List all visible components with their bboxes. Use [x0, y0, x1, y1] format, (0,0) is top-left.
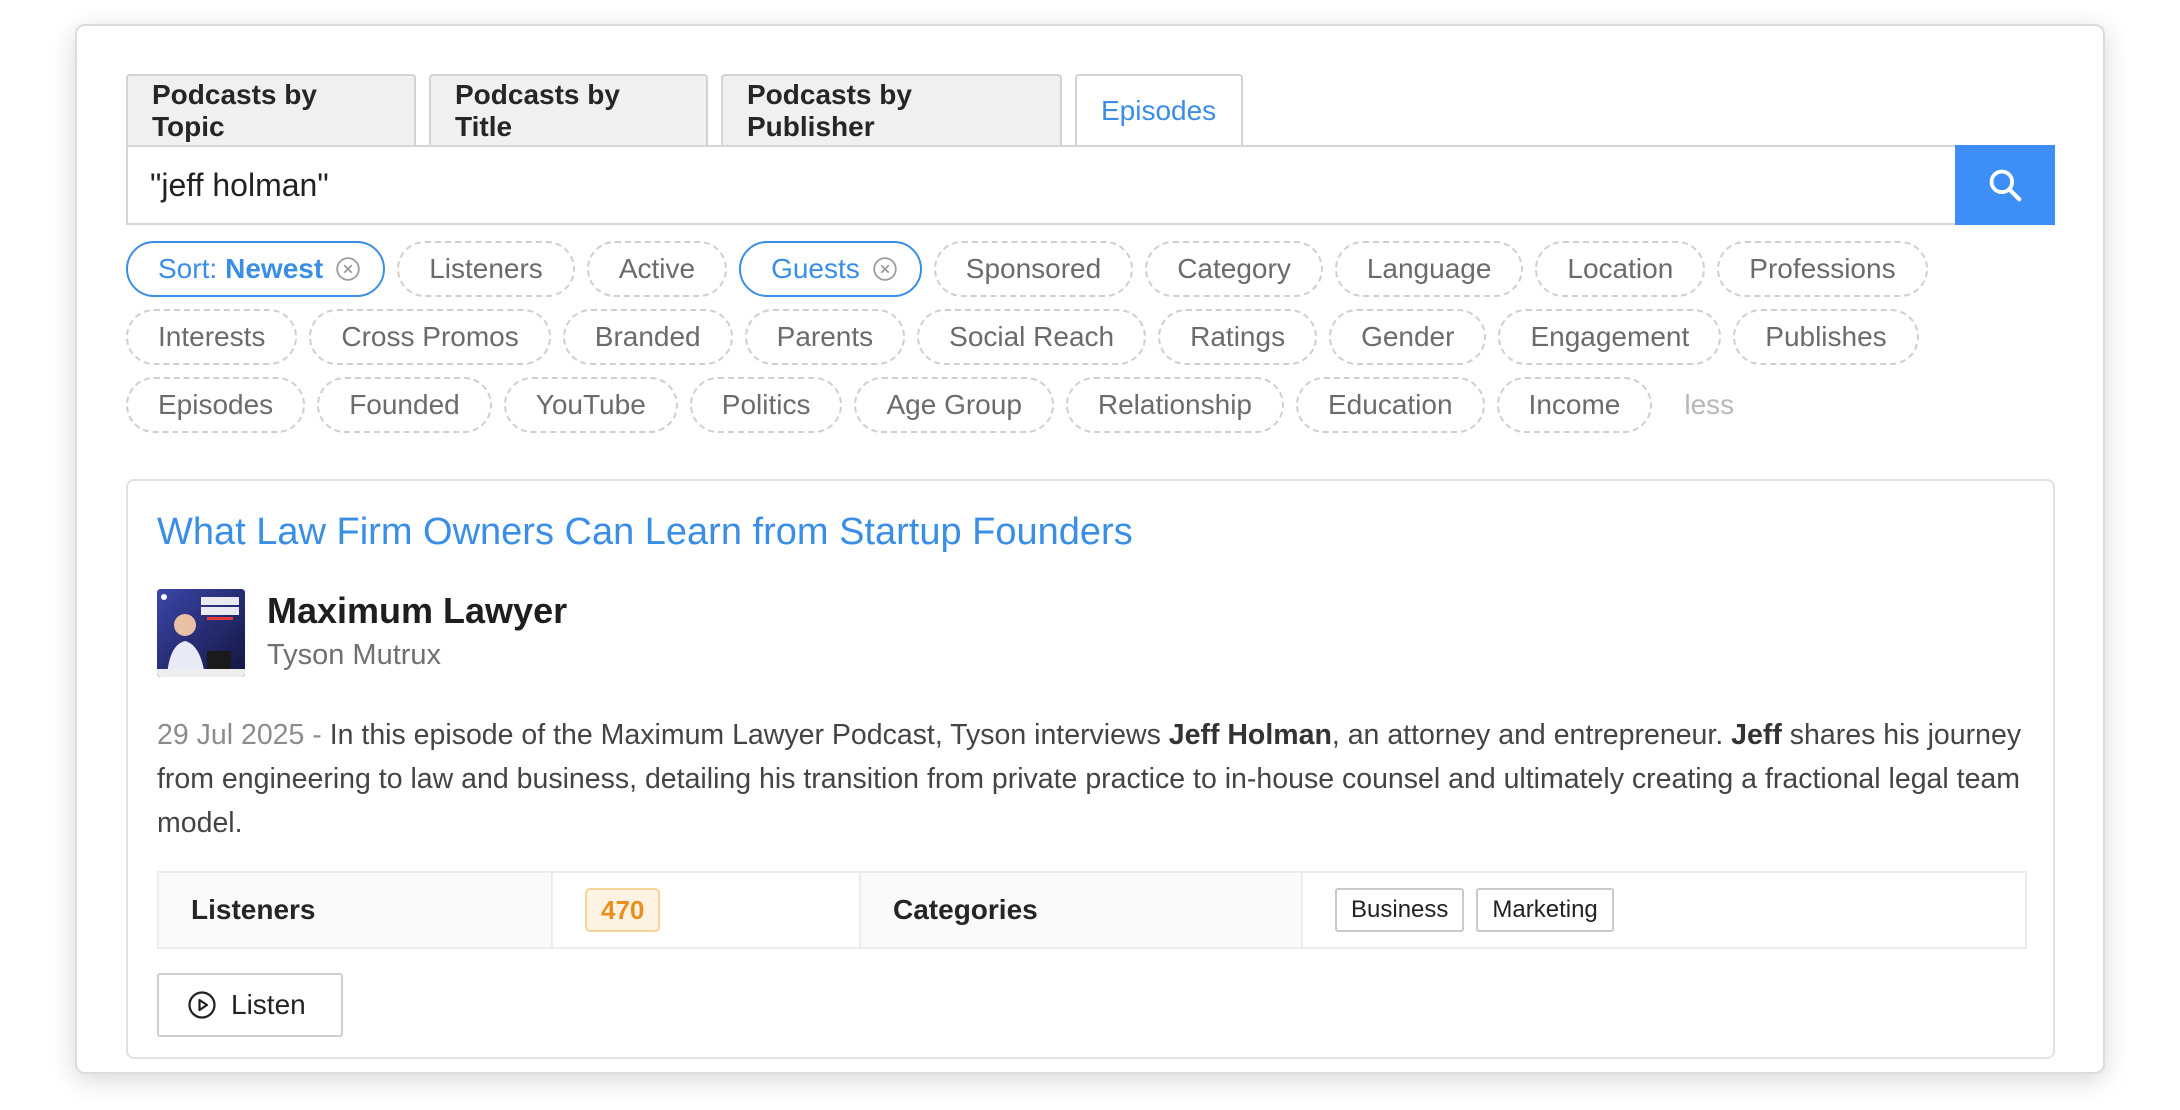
filter-chip-language[interactable]: Language [1334, 241, 1524, 297]
category-tag[interactable]: Marketing [1476, 888, 1614, 932]
filter-chip-location[interactable]: Location [1535, 241, 1706, 297]
filter-chip-youtube[interactable]: YouTube [503, 377, 678, 433]
podcast-name-link[interactable]: Maximum Lawyer [267, 589, 567, 633]
filter-chips: Sort: Newest Listeners Active Guests Spon… [126, 241, 2055, 445]
highlight-guest-name: Jeff Holman [1168, 719, 1332, 751]
filter-chip-engagement[interactable]: Engagement [1498, 309, 1722, 365]
tab-podcasts-by-title[interactable]: Podcasts by Title [429, 74, 708, 146]
filter-chip-politics[interactable]: Politics [689, 377, 843, 433]
tab-podcasts-by-publisher[interactable]: Podcasts by Publisher [721, 74, 1062, 146]
podcast-info: Maximum Lawyer Tyson Mutrux [157, 589, 2024, 677]
date-separator: - [312, 719, 322, 751]
show-less-link[interactable]: less [1664, 377, 1755, 433]
podcast-meta: Maximum Lawyer Tyson Mutrux [267, 589, 567, 677]
search-panel: Podcasts by Topic Podcasts by Title Podc… [126, 74, 2055, 1059]
tab-podcasts-by-topic[interactable]: Podcasts by Topic [126, 74, 416, 146]
filter-chip-active[interactable]: Active [586, 241, 728, 297]
podcast-cover-image[interactable] [157, 589, 245, 677]
filter-chip-professions[interactable]: Professions [1717, 241, 1928, 297]
app-window: Podcasts by Topic Podcasts by Title Podc… [75, 24, 2105, 1074]
remove-filter-icon[interactable] [872, 256, 898, 282]
episode-result-card: What Law Firm Owners Can Learn from Star… [126, 479, 2055, 1059]
listeners-cell: 470 [553, 873, 861, 947]
category-tag[interactable]: Business [1335, 888, 1465, 932]
episode-stats-table: Listeners 470 Categories Business Market… [157, 871, 2027, 949]
filter-chip-education[interactable]: Education [1296, 377, 1485, 433]
filter-chip-gender[interactable]: Gender [1329, 309, 1487, 365]
play-circle-icon [188, 991, 216, 1019]
search-tabs: Podcasts by Topic Podcasts by Title Podc… [126, 74, 2055, 146]
filter-chip-relationship[interactable]: Relationship [1065, 377, 1284, 433]
listen-button[interactable]: Listen [157, 973, 343, 1037]
search-icon [1989, 169, 2022, 202]
filter-chip-income[interactable]: Income [1496, 377, 1653, 433]
highlight-guest-name: Jeff [1731, 719, 1782, 751]
categories-label: Categories [861, 873, 1303, 947]
remove-filter-icon[interactable] [335, 256, 361, 282]
search-button[interactable] [1955, 145, 2055, 225]
filter-guests-chip[interactable]: Guests [739, 241, 922, 297]
filter-chip-parents[interactable]: Parents [744, 309, 906, 365]
episode-date: 29 Jul 2025 [157, 719, 305, 751]
filter-chip-social-reach[interactable]: Social Reach [917, 309, 1147, 365]
listeners-badge: 470 [585, 888, 661, 932]
search-input[interactable] [126, 145, 1955, 225]
filter-chip-publishes[interactable]: Publishes [1733, 309, 1919, 365]
tab-episodes[interactable]: Episodes [1075, 74, 1243, 146]
filter-chip-category[interactable]: Category [1145, 241, 1323, 297]
filter-chip-founded[interactable]: Founded [317, 377, 492, 433]
filter-chip-branded[interactable]: Branded [562, 309, 733, 365]
filter-chip-ratings[interactable]: Ratings [1158, 309, 1318, 365]
filter-chip-episodes[interactable]: Episodes [126, 377, 306, 433]
podcast-author: Tyson Mutrux [267, 639, 442, 671]
filter-chip-sponsored[interactable]: Sponsored [933, 241, 1134, 297]
filter-chip-cross-promos[interactable]: Cross Promos [309, 309, 551, 365]
description-text: In this episode of the Maximum Lawyer Po… [329, 719, 1161, 751]
episode-title-link[interactable]: What Law Firm Owners Can Learn from Star… [157, 507, 2024, 557]
filter-sort-chip[interactable]: Sort: Newest [126, 241, 386, 297]
description-text: , an attorney and entrepreneur. [1331, 719, 1724, 751]
episode-description: 29 Jul 2025 - In this episode of the Max… [157, 713, 2037, 845]
categories-cell: Business Marketing [1303, 873, 2025, 947]
search-bar [126, 145, 2055, 225]
filter-chip-age-group[interactable]: Age Group [854, 377, 1054, 433]
filter-chip-listeners[interactable]: Listeners [397, 241, 575, 297]
filter-chip-interests[interactable]: Interests [126, 309, 298, 365]
listeners-label: Listeners [159, 873, 553, 947]
